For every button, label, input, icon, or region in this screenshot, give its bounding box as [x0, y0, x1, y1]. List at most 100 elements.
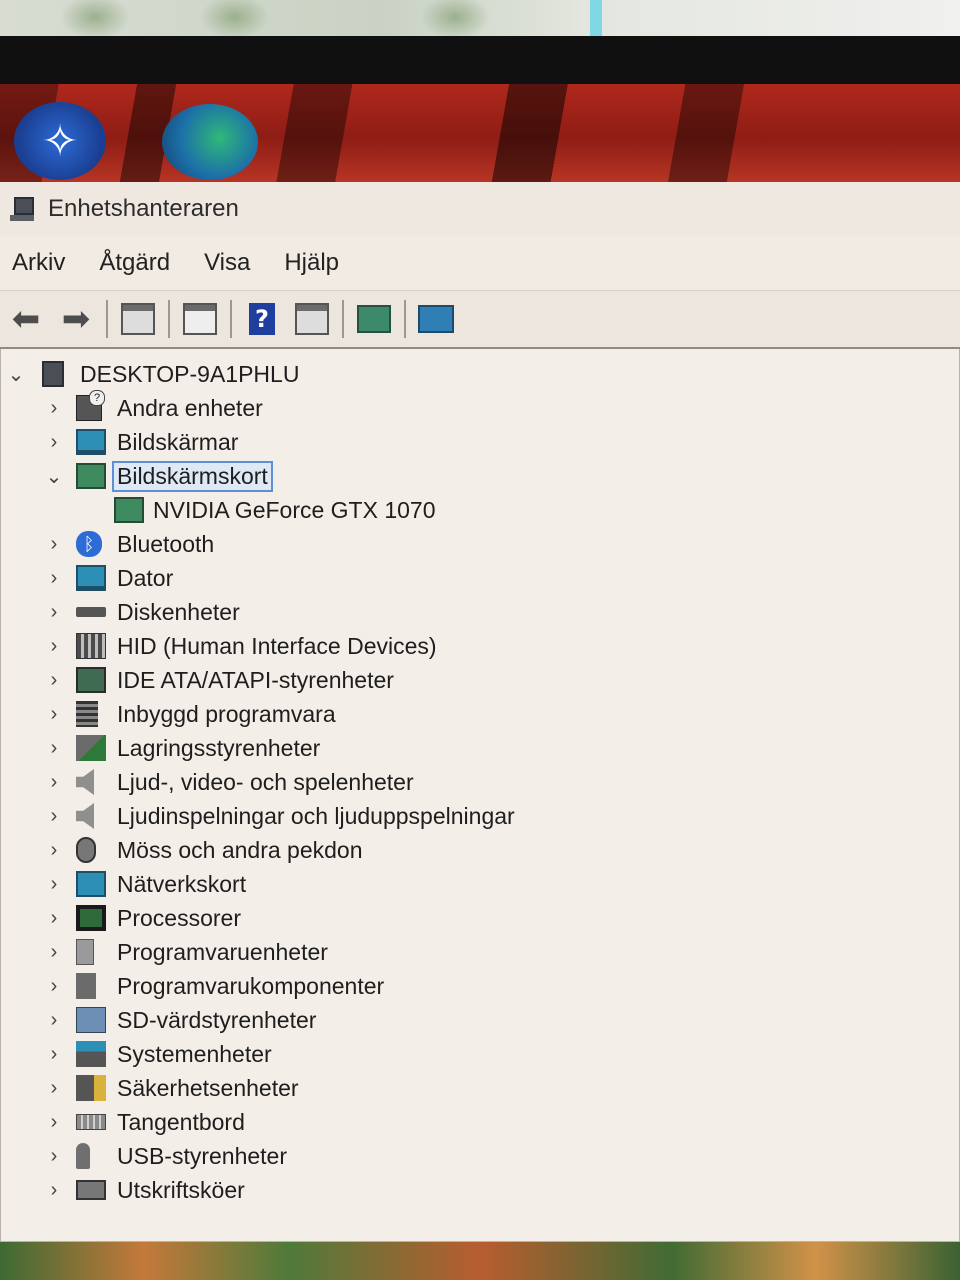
- tree-item-bildskarmar[interactable]: › Bildskärmar: [0, 425, 960, 459]
- expand-chevron-icon[interactable]: ›: [44, 703, 64, 726]
- expand-chevron-icon[interactable]: ›: [44, 941, 64, 964]
- expand-chevron-icon[interactable]: ›: [44, 669, 64, 692]
- tree-item-label: Dator: [117, 564, 174, 591]
- tree-item-andra-enheter[interactable]: › Andra enheter: [0, 390, 960, 425]
- tree-root[interactable]: ⌄ DESKTOP-9A1PHLU: [0, 357, 960, 391]
- toolbar-separator: [342, 300, 344, 338]
- expand-chevron-icon[interactable]: ›: [44, 533, 64, 556]
- display-adapter-icon: [114, 497, 144, 523]
- expand-chevron-icon[interactable]: ›: [44, 431, 64, 454]
- tree-item-programvarukomponenter[interactable]: › Programvarukomponenter: [0, 969, 960, 1003]
- tree-item-utskriftskoer[interactable]: › Utskriftsköer: [0, 1173, 960, 1207]
- expand-chevron-icon[interactable]: ›: [44, 805, 64, 828]
- print-queue-icon: [76, 1180, 106, 1200]
- expand-chevron-icon[interactable]: ›: [44, 567, 64, 590]
- help-icon: ?: [249, 303, 275, 335]
- expand-chevron-icon[interactable]: ›: [44, 873, 64, 896]
- expand-chevron-icon[interactable]: ›: [44, 907, 64, 930]
- scan-hardware-button[interactable]: [414, 299, 458, 339]
- expand-chevron-icon[interactable]: ›: [44, 397, 64, 420]
- tree-item-moss[interactable]: › Möss och andra pekdon: [0, 833, 960, 867]
- tree-item-bildskarmskort[interactable]: ⌄ Bildskärmskort: [0, 459, 960, 493]
- software-component-icon: [76, 973, 96, 999]
- keyboard-icon: [76, 1114, 106, 1130]
- collapse-chevron-icon[interactable]: ⌄: [6, 362, 26, 387]
- background-wall: [0, 0, 960, 44]
- tree-item-label: HID (Human Interface Devices): [117, 632, 437, 659]
- tree-item-processorer[interactable]: › Processorer: [0, 901, 960, 935]
- expand-chevron-icon[interactable]: ›: [44, 1043, 64, 1066]
- sound-icon: [76, 769, 94, 795]
- title-bar[interactable]: Enhetshanteraren: [0, 182, 960, 236]
- tree-item-inbyggd-programvara[interactable]: › Inbyggd programvara: [0, 697, 960, 731]
- tree-item-nvidia-gtx-1070[interactable]: NVIDIA GeForce GTX 1070: [0, 493, 960, 527]
- expand-chevron-icon[interactable]: ›: [44, 601, 64, 624]
- tree-item-diskenheter[interactable]: › Diskenheter: [0, 595, 960, 629]
- tree-item-label: SD-värdstyrenheter: [117, 1006, 317, 1033]
- expand-chevron-icon[interactable]: ›: [44, 839, 64, 862]
- tree-item-label: Bildskärmskort: [112, 460, 273, 492]
- back-button[interactable]: ⬅: [4, 299, 48, 339]
- forward-arrow-icon: ➡: [61, 299, 91, 339]
- toolbar-separator: [230, 300, 232, 338]
- tree-item-ide[interactable]: › IDE ATA/ATAPI-styrenheter: [0, 663, 960, 697]
- software-device-icon: [76, 939, 94, 965]
- expand-chevron-icon[interactable]: ›: [44, 737, 64, 760]
- action-pane-button[interactable]: [290, 299, 334, 339]
- expand-chevron-icon[interactable]: ›: [44, 1179, 64, 1202]
- update-driver-button[interactable]: [352, 299, 396, 339]
- properties-button[interactable]: [178, 299, 222, 339]
- expand-chevron-icon[interactable]: ›: [44, 771, 64, 794]
- tree-item-natverkskort[interactable]: › Nätverkskort: [0, 867, 960, 901]
- tree-item-label: Utskriftsköer: [117, 1176, 245, 1203]
- tree-item-label: Tangentbord: [117, 1108, 245, 1135]
- menu-visa[interactable]: Visa: [202, 245, 252, 281]
- network-adapter-icon: [76, 871, 106, 897]
- tree-item-sakerhetsenheter[interactable]: › Säkerhetsenheter: [0, 1071, 960, 1105]
- tree-item-programvaruenheter[interactable]: › Programvaruenheter: [0, 935, 960, 969]
- tree-item-label: Andra enheter: [117, 394, 263, 421]
- menu-atgard[interactable]: Åtgärd: [97, 245, 172, 281]
- expand-chevron-icon[interactable]: ›: [44, 1077, 64, 1100]
- expand-chevron-icon[interactable]: ›: [44, 1145, 64, 1168]
- tree-item-ljudinspelningar[interactable]: › Ljudinspelningar och ljuduppspelningar: [0, 799, 960, 833]
- monitor-icon: [76, 429, 106, 455]
- tree-item-tangentbord[interactable]: › Tangentbord: [0, 1105, 960, 1139]
- tree-item-ljud-video[interactable]: › Ljud-, video- och spelenheter: [0, 765, 960, 799]
- tree-item-label: Lagringsstyrenheter: [117, 734, 321, 761]
- expand-chevron-icon[interactable]: ›: [44, 1111, 64, 1134]
- battlenet-desktop-icon[interactable]: ✧: [14, 102, 106, 180]
- other-devices-icon: [76, 390, 105, 421]
- tree-root-label: DESKTOP-9A1PHLU: [80, 360, 300, 387]
- collapse-chevron-icon[interactable]: ⌄: [44, 464, 64, 489]
- tree-item-systemenheter[interactable]: › Systemenheter: [0, 1037, 960, 1071]
- menu-hjalp[interactable]: Hjälp: [282, 245, 341, 281]
- show-hide-tree-icon: [121, 303, 155, 335]
- expand-chevron-icon[interactable]: ›: [44, 975, 64, 998]
- tree-item-bluetooth[interactable]: › ᛒ Bluetooth: [0, 527, 960, 561]
- help-button[interactable]: ?: [240, 299, 284, 339]
- tree-item-label: Bildskärmar: [117, 428, 239, 455]
- edge-desktop-icon[interactable]: [162, 104, 258, 180]
- tree-item-label: Programvaruenheter: [117, 938, 328, 965]
- expand-chevron-icon[interactable]: ›: [44, 1009, 64, 1032]
- menu-arkiv[interactable]: Arkiv: [10, 245, 67, 281]
- tree-item-hid[interactable]: › HID (Human Interface Devices): [0, 629, 960, 663]
- tree-item-label: NVIDIA GeForce GTX 1070: [153, 496, 436, 523]
- disk-drive-icon: [76, 607, 106, 617]
- tree-item-label: Bluetooth: [117, 530, 215, 557]
- tree-item-label: Processorer: [117, 904, 241, 931]
- sd-host-icon: [76, 1007, 106, 1033]
- tree-item-usb-styrenheter[interactable]: › USB-styrenheter: [0, 1139, 960, 1173]
- scan-hardware-icon: [418, 305, 454, 333]
- device-manager-icon: [8, 195, 36, 223]
- forward-button[interactable]: ➡: [54, 299, 98, 339]
- fern-decoration: [60, 0, 130, 40]
- tree-item-lagringsstyrenheter[interactable]: › Lagringsstyrenheter: [0, 731, 960, 765]
- show-hide-tree-button[interactable]: [116, 299, 160, 339]
- tree-item-label: Systemenheter: [117, 1040, 272, 1067]
- tree-item-dator[interactable]: › Dator: [0, 561, 960, 595]
- computer-icon: [76, 565, 106, 591]
- expand-chevron-icon[interactable]: ›: [44, 635, 64, 658]
- tree-item-sd-vardstyrenheter[interactable]: › SD-värdstyrenheter: [0, 1003, 960, 1037]
